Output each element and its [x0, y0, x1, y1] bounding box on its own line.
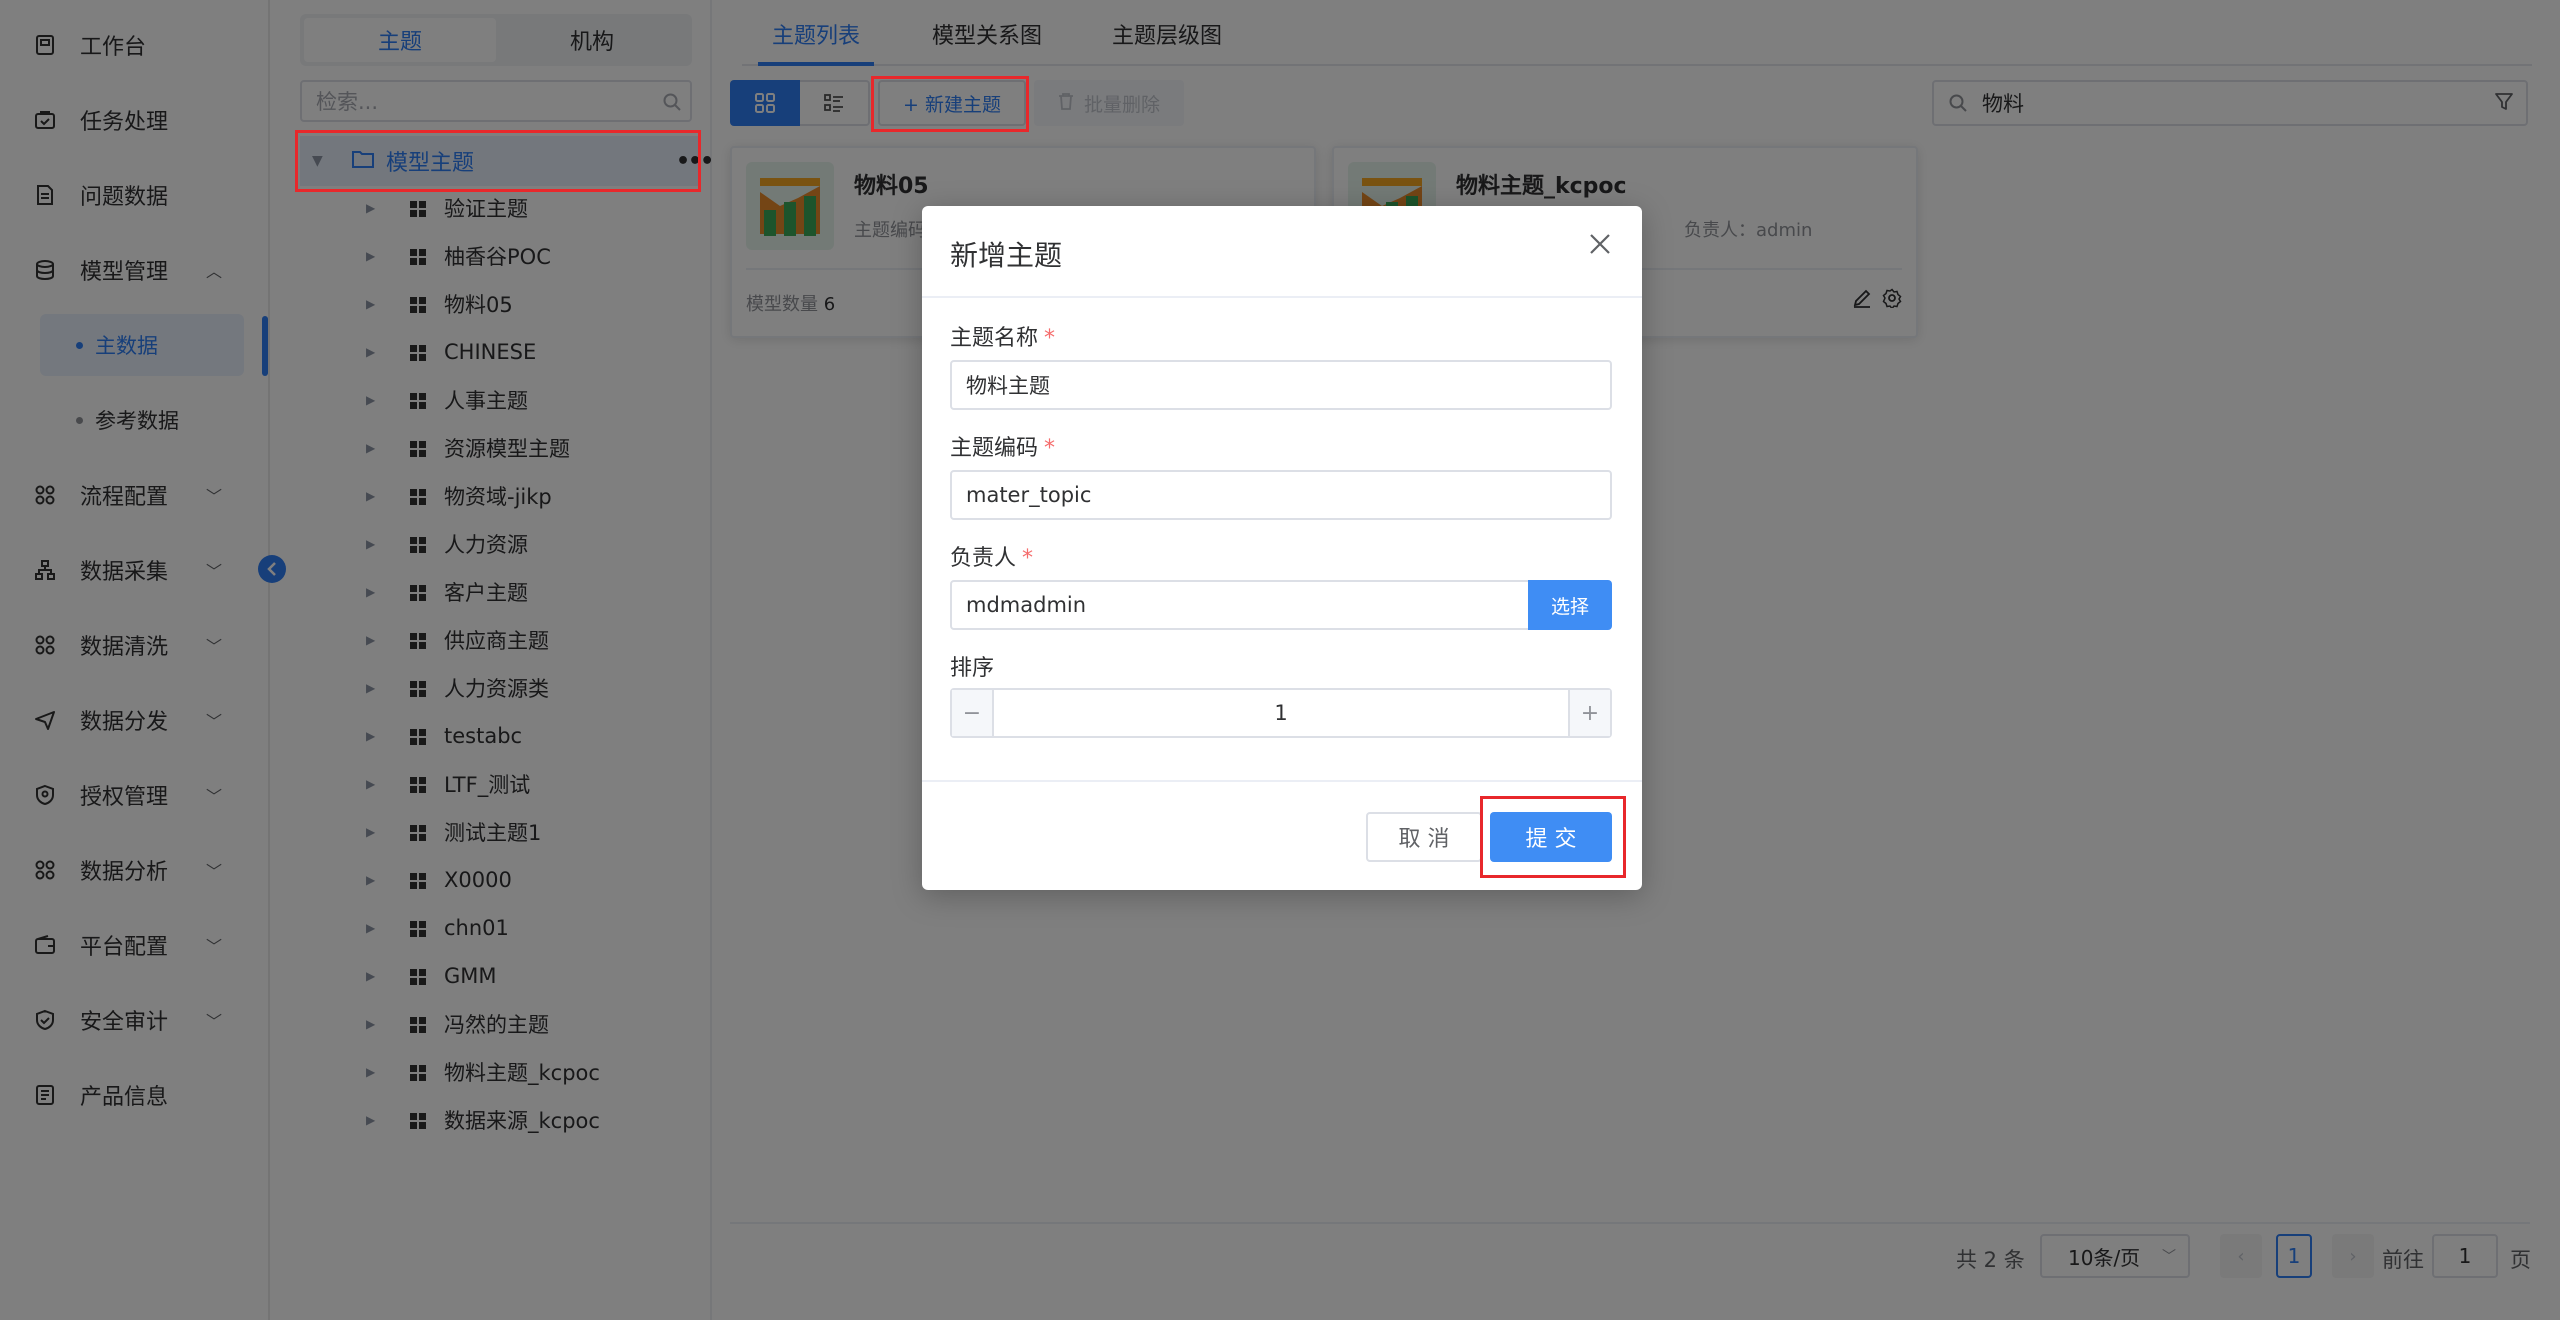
- dialog-header-divider: [922, 296, 1642, 298]
- choose-owner-button[interactable]: 选择: [1528, 580, 1612, 630]
- decrement-button[interactable]: −: [952, 690, 994, 736]
- cancel-button[interactable]: 取 消: [1366, 812, 1482, 862]
- topic-name-input[interactable]: 物料主题: [950, 360, 1612, 410]
- dialog-footer-divider: [922, 780, 1642, 782]
- field-label-text: 主题编码: [950, 436, 1039, 461]
- field-label-owner: 负责人 *: [950, 540, 1033, 572]
- close-icon[interactable]: [1588, 232, 1612, 261]
- field-label-text: 负责人: [950, 546, 1017, 571]
- required-mark: *: [1044, 436, 1056, 461]
- required-mark: *: [1044, 326, 1056, 351]
- field-label-sort: 排序: [950, 656, 995, 681]
- topic-code-input[interactable]: mater_topic: [950, 470, 1612, 520]
- owner-input[interactable]: mdmadmin: [950, 580, 1530, 630]
- field-label-text: 主题名称: [950, 326, 1039, 351]
- required-mark: *: [1022, 546, 1034, 571]
- dialog-title: 新增主题: [950, 239, 1063, 272]
- field-label-code: 主题编码 *: [950, 430, 1055, 462]
- submit-button[interactable]: 提 交: [1490, 812, 1612, 862]
- sort-value[interactable]: 1: [994, 690, 1568, 736]
- increment-button[interactable]: +: [1568, 690, 1610, 736]
- sort-stepper: − 1 +: [950, 688, 1612, 738]
- field-label-name: 主题名称 *: [950, 320, 1055, 352]
- new-topic-dialog: 新增主题 主题名称 * 物料主题 主题编码 * mater_topic 负责人 * m…: [922, 206, 1642, 890]
